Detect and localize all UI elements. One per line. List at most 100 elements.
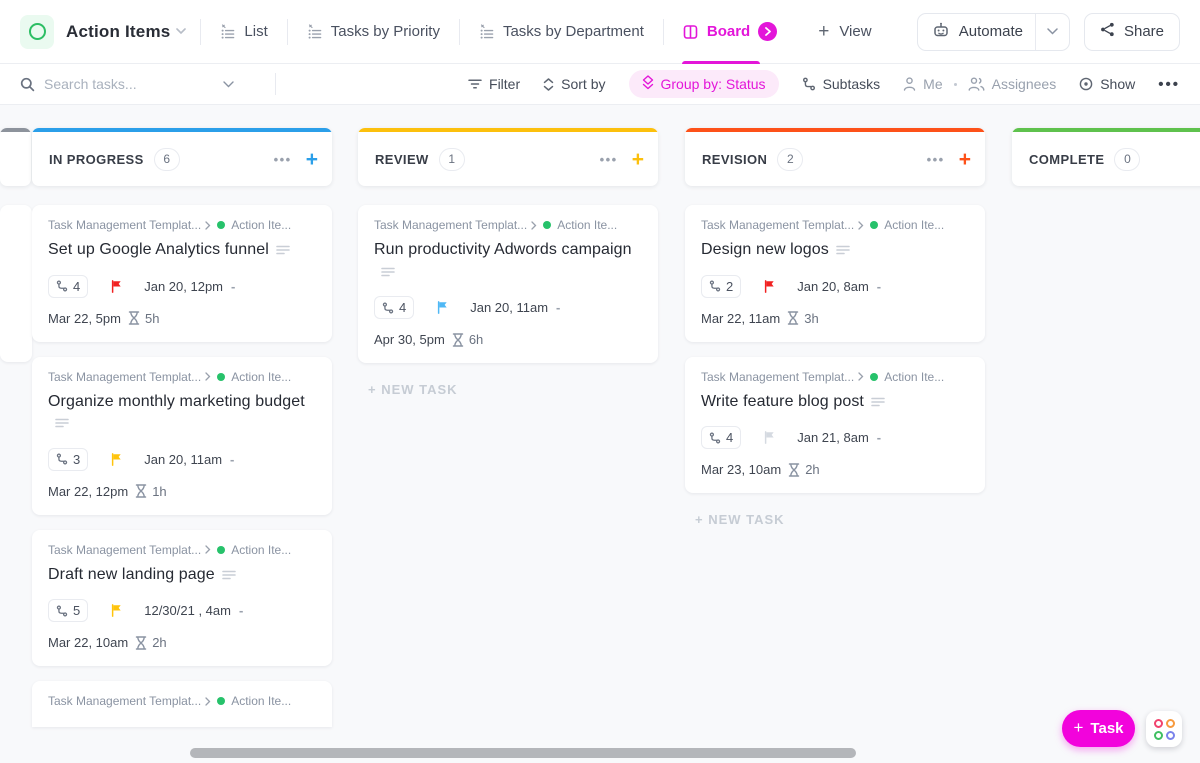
- automate-button[interactable]: Automate: [917, 13, 1070, 51]
- breadcrumb-space[interactable]: Action Ite...: [231, 543, 291, 557]
- task-card[interactable]: Task Management Templat... Action Ite...…: [32, 357, 332, 515]
- due-date[interactable]: Mar 22, 12pm: [48, 484, 128, 499]
- task-card[interactable]: Task Management Templat... Action Ite...…: [32, 205, 332, 342]
- subtask-count-badge[interactable]: 5: [48, 599, 88, 622]
- share-button[interactable]: Share: [1084, 13, 1180, 51]
- priority-flag-icon[interactable]: [110, 603, 124, 618]
- time-estimate[interactable]: 2h: [805, 462, 819, 477]
- task-card[interactable]: Task Management Templat... Action Ite...…: [685, 357, 985, 494]
- group-by-button[interactable]: Group by: Status: [629, 70, 779, 98]
- partial-column: [0, 128, 12, 362]
- new-task-button[interactable]: + NEW TASK: [368, 382, 658, 397]
- expand-views-icon[interactable]: [758, 22, 777, 41]
- breadcrumb-list[interactable]: Task Management Templat...: [48, 218, 201, 232]
- page-title: Action Items: [66, 22, 170, 42]
- breadcrumb-list[interactable]: Task Management Templat...: [48, 694, 201, 708]
- apps-grid-button[interactable]: [1146, 711, 1182, 747]
- breadcrumb-list[interactable]: Task Management Templat...: [701, 370, 854, 384]
- start-date[interactable]: Jan 20, 12pm: [144, 279, 223, 294]
- priority-flag-icon[interactable]: [436, 300, 450, 315]
- priority-flag-icon[interactable]: [763, 430, 777, 445]
- horizontal-scrollbar[interactable]: [190, 748, 856, 758]
- due-date[interactable]: Mar 22, 11am: [701, 311, 780, 326]
- automate-dropdown-chevron[interactable]: [1035, 14, 1069, 50]
- start-date[interactable]: 12/30/21 , 4am: [144, 603, 231, 618]
- column-in-progress: IN PROGRESS 6 ••• + Task Management Temp…: [32, 128, 332, 727]
- task-title: Draft new landing page: [48, 564, 316, 587]
- breadcrumb-list[interactable]: Task Management Templat...: [701, 218, 854, 232]
- tab-board[interactable]: Board: [666, 0, 794, 64]
- breadcrumb-space[interactable]: Action Ite...: [884, 218, 944, 232]
- task-card-partial[interactable]: Task Management Templat... Action Ite...: [32, 681, 332, 727]
- sort-button[interactable]: Sort by: [543, 76, 605, 92]
- divider: [287, 19, 288, 45]
- me-label: Me: [923, 76, 942, 92]
- time-estimate[interactable]: 6h: [469, 332, 483, 347]
- time-estimate[interactable]: 2h: [152, 635, 166, 650]
- add-task-fab-button[interactable]: + Task: [1062, 710, 1135, 747]
- due-date[interactable]: Mar 22, 10am: [48, 635, 128, 650]
- breadcrumb-space[interactable]: Action Ite...: [884, 370, 944, 384]
- filter-button[interactable]: Filter: [468, 76, 520, 92]
- time-estimate[interactable]: 3h: [804, 311, 818, 326]
- breadcrumb-space[interactable]: Action Ite...: [231, 370, 291, 384]
- priority-flag-icon[interactable]: [763, 279, 777, 294]
- subtasks-icon: [709, 432, 721, 444]
- time-estimate[interactable]: 1h: [152, 484, 166, 499]
- search-options-chevron-icon[interactable]: [223, 81, 234, 88]
- breadcrumb-list[interactable]: Task Management Templat...: [48, 543, 201, 557]
- column-more-button[interactable]: •••: [274, 152, 292, 167]
- subtask-count-badge[interactable]: 4: [374, 296, 414, 319]
- column-name: IN PROGRESS: [49, 152, 144, 167]
- column-more-button[interactable]: •••: [927, 152, 945, 167]
- search-input[interactable]: [44, 76, 214, 92]
- more-options-button[interactable]: •••: [1158, 76, 1180, 93]
- plus-icon: +: [818, 22, 829, 41]
- start-date[interactable]: Jan 20, 11am: [144, 452, 222, 467]
- priority-flag-icon[interactable]: [110, 452, 124, 467]
- column-more-button[interactable]: •••: [600, 152, 618, 167]
- new-task-button[interactable]: + NEW TASK: [695, 512, 985, 527]
- task-card[interactable]: Task Management Templat... Action Ite...…: [32, 530, 332, 667]
- status-dot: [217, 373, 225, 381]
- tab-label: Tasks by Department: [503, 23, 644, 40]
- start-date[interactable]: Jan 21, 8am: [797, 430, 869, 445]
- chevron-down-icon[interactable]: [176, 28, 186, 35]
- breadcrumb-space[interactable]: Action Ite...: [231, 218, 291, 232]
- due-date[interactable]: Mar 22, 5pm: [48, 311, 121, 326]
- tab-list[interactable]: List: [203, 0, 284, 64]
- task-card[interactable]: Task Management Templat... Action Ite...…: [685, 205, 985, 342]
- column-add-task-button[interactable]: +: [306, 149, 318, 170]
- priority-flag-icon[interactable]: [110, 279, 124, 294]
- breadcrumb-space[interactable]: Action Ite...: [231, 694, 291, 708]
- subtasks-icon: [802, 77, 816, 91]
- task-card[interactable]: Task Management Templat... Action Ite...…: [358, 205, 658, 363]
- start-date[interactable]: Jan 20, 8am: [797, 279, 869, 294]
- column-add-task-button[interactable]: +: [959, 149, 971, 170]
- assignees-button[interactable]: Assignees: [968, 76, 1057, 92]
- column-add-task-button[interactable]: +: [632, 149, 644, 170]
- subtasks-button[interactable]: Subtasks: [802, 76, 881, 92]
- subtask-count-badge[interactable]: 4: [48, 275, 88, 298]
- start-date[interactable]: Jan 20, 11am: [470, 300, 548, 315]
- partial-card[interactable]: [0, 205, 32, 362]
- due-date[interactable]: Apr 30, 5pm: [374, 332, 445, 347]
- breadcrumb-list[interactable]: Task Management Templat...: [48, 370, 201, 384]
- breadcrumb-list[interactable]: Task Management Templat...: [374, 218, 527, 232]
- show-button[interactable]: Show: [1079, 76, 1135, 92]
- tab-tasks-by-department[interactable]: Tasks by Department: [462, 0, 661, 64]
- people-icon: [968, 77, 985, 91]
- list-status-logo[interactable]: [20, 15, 54, 49]
- subtask-count-badge[interactable]: 4: [701, 426, 741, 449]
- breadcrumb-space[interactable]: Action Ite...: [557, 218, 617, 232]
- time-estimate[interactable]: 5h: [145, 311, 159, 326]
- tab-tasks-by-priority[interactable]: Tasks by Priority: [290, 0, 457, 64]
- task-title: Run productivity Adwords campaign: [374, 239, 642, 283]
- me-filter-button[interactable]: Me: [903, 76, 942, 92]
- due-date[interactable]: Mar 23, 10am: [701, 462, 781, 477]
- subtask-count-badge[interactable]: 3: [48, 448, 88, 471]
- add-view-button[interactable]: + View: [794, 0, 888, 64]
- subtask-count-badge[interactable]: 2: [701, 275, 741, 298]
- app-dot-orange: [1166, 719, 1175, 728]
- search-icon: [20, 77, 35, 92]
